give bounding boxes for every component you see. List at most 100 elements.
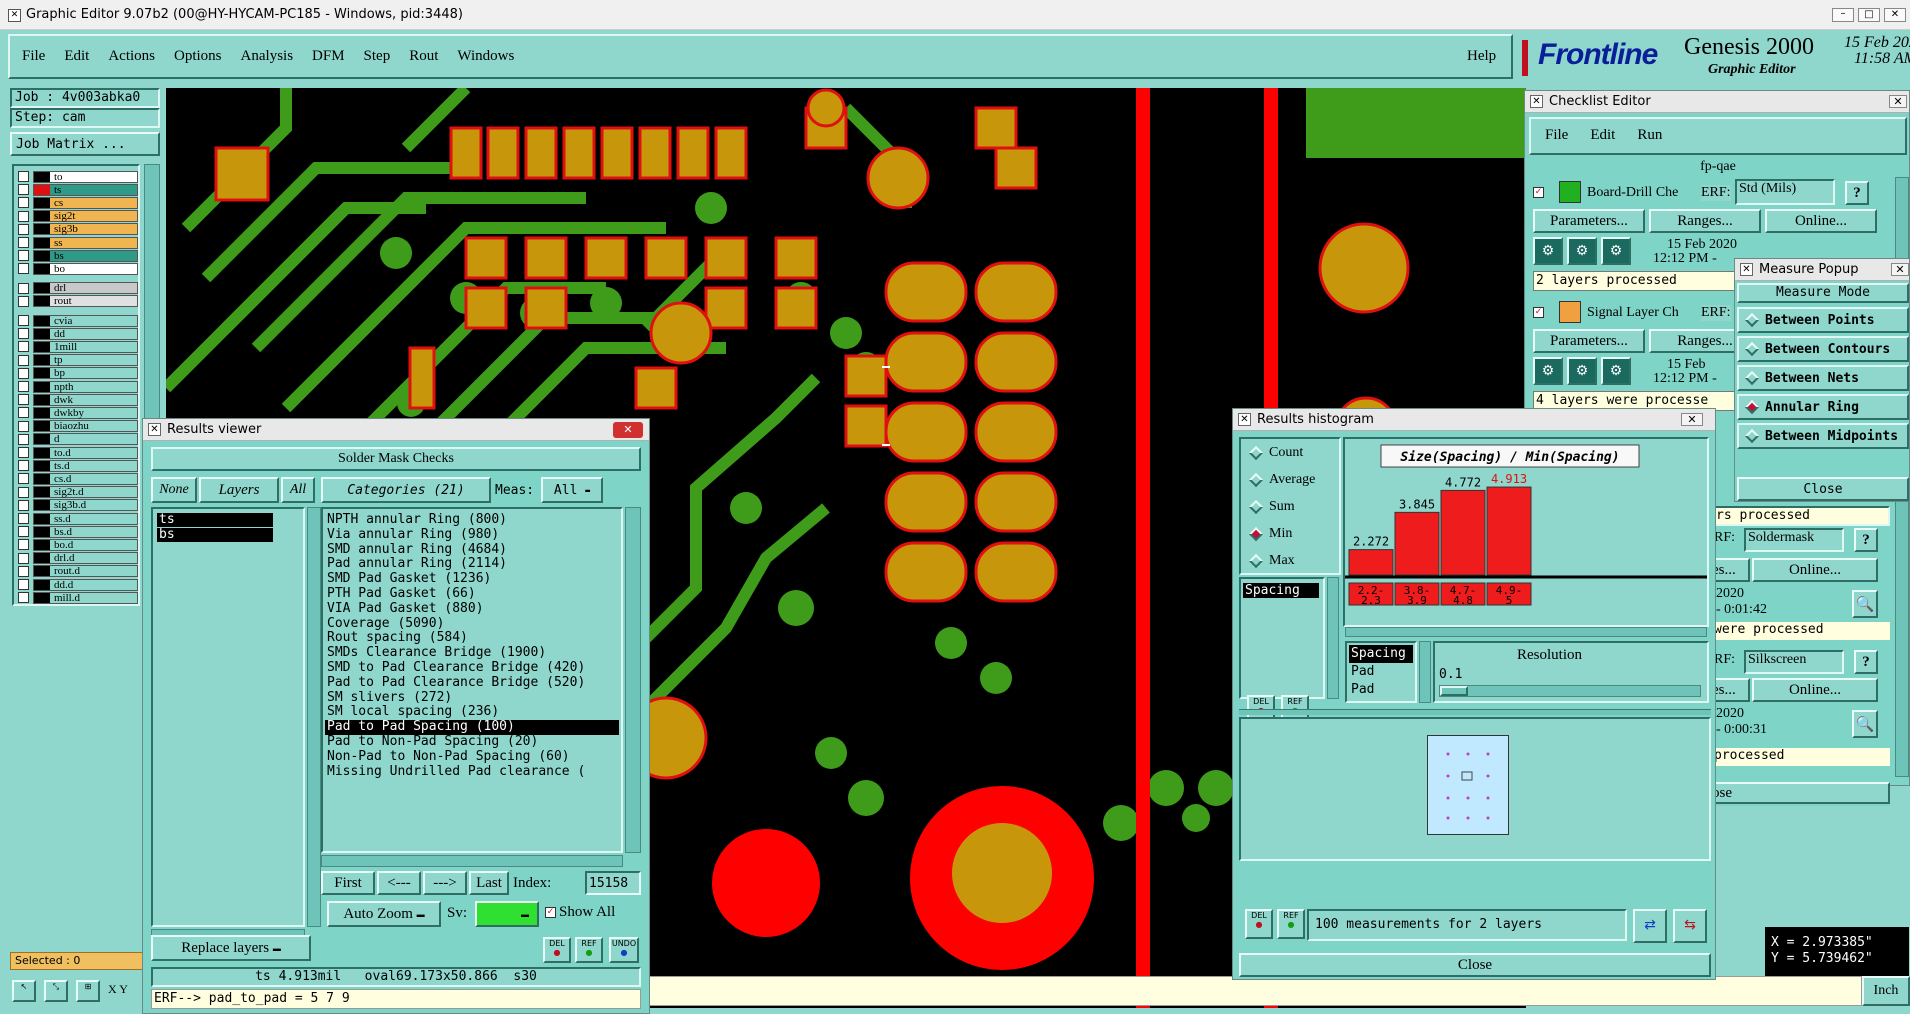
layer-row[interactable]: drl: [14, 282, 138, 295]
category-item[interactable]: Non-Pad to Non-Pad Spacing (60): [325, 750, 619, 765]
layer-checkbox[interactable]: [18, 210, 29, 222]
export-icon[interactable]: ⇄: [1633, 909, 1667, 943]
hist-del2-icon[interactable]: DEL ●: [1245, 909, 1273, 939]
online-button[interactable]: Online...: [1765, 209, 1877, 233]
category-hscroll[interactable]: [321, 855, 623, 867]
layer-checkbox[interactable]: [18, 328, 29, 340]
layer-row[interactable]: sig3b.d: [14, 499, 138, 512]
category-item[interactable]: Pad to Pad Spacing (100): [325, 720, 619, 735]
category-item[interactable]: Missing Undrilled Pad clearance (: [325, 765, 619, 780]
help-icon[interactable]: ?: [1854, 528, 1878, 552]
check-enabled-checkbox[interactable]: ✓: [1533, 307, 1544, 318]
report-icon[interactable]: ⚙: [1601, 357, 1631, 385]
categories-button[interactable]: Categories (21): [321, 477, 491, 503]
chart-bar[interactable]: [1486, 486, 1532, 576]
layer-row[interactable]: dwk: [14, 393, 138, 406]
chart-bar[interactable]: [1348, 549, 1394, 576]
category-scrollbar[interactable]: [625, 507, 641, 853]
category-item[interactable]: SMDs Clearance Bridge (1900): [325, 646, 619, 661]
run-icon[interactable]: ⚙: [1533, 357, 1563, 385]
check-enabled-checkbox[interactable]: ✓: [1533, 187, 1544, 198]
category-item[interactable]: SM local spacing (236): [325, 705, 619, 720]
meas-dropdown[interactable]: All ▬: [541, 477, 603, 503]
measure-close-button[interactable]: Close: [1737, 477, 1909, 501]
layer-row[interactable]: dd.d: [14, 578, 138, 591]
replace-layers-dropdown[interactable]: Replace layers ▬: [151, 935, 311, 961]
category-item[interactable]: SMD Pad Gasket (1236): [325, 572, 619, 587]
layer-checkbox[interactable]: [18, 407, 29, 419]
category-item[interactable]: NPTH annular Ring (800): [325, 513, 619, 528]
layer-row[interactable]: dd: [14, 327, 138, 340]
layer-row[interactable]: bo: [14, 262, 138, 275]
layer-list-scrollbar[interactable]: [307, 507, 321, 927]
layer-list-item[interactable]: bs: [157, 528, 273, 542]
category-item[interactable]: VIA Pad Gasket (880): [325, 602, 619, 617]
resolution-list[interactable]: Spacing Pad Pad: [1345, 641, 1417, 703]
hist-list-item[interactable]: Spacing: [1243, 583, 1319, 598]
layer-checkbox[interactable]: [18, 394, 29, 406]
layer-row[interactable]: to.d: [14, 446, 138, 459]
checklist-menu-edit[interactable]: Edit: [1590, 127, 1615, 144]
layer-row[interactable]: bp: [14, 367, 138, 380]
histogram-close-button[interactable]: Close: [1239, 953, 1711, 977]
layer-checkbox[interactable]: [18, 223, 29, 235]
import-icon[interactable]: ⇆: [1673, 909, 1707, 943]
all-button[interactable]: All: [281, 477, 315, 503]
layer-row[interactable]: d: [14, 433, 138, 446]
res-list-item[interactable]: Spacing: [1349, 645, 1413, 663]
layer-row[interactable]: dwkby: [14, 406, 138, 419]
last-button[interactable]: Last: [469, 871, 509, 895]
category-item[interactable]: Coverage (5090): [325, 617, 619, 632]
layer-row[interactable]: 1mill: [14, 340, 138, 353]
job-matrix-button[interactable]: Job Matrix ...: [10, 132, 160, 156]
layer-checkbox[interactable]: [18, 237, 29, 248]
run-icon[interactable]: ⚙: [1533, 237, 1563, 265]
hist-option[interactable]: Max: [1248, 553, 1295, 569]
layer-checkbox[interactable]: [18, 460, 29, 472]
checklist-menu-run[interactable]: Run: [1637, 127, 1662, 144]
layer-checkbox[interactable]: [18, 486, 29, 498]
chart-bar[interactable]: [1440, 489, 1486, 576]
units-button[interactable]: Inch: [1862, 976, 1910, 1006]
layer-checkbox[interactable]: [18, 282, 29, 294]
sv-color-dropdown[interactable]: ▬: [475, 901, 539, 927]
layer-select-list[interactable]: ts bs: [151, 507, 305, 927]
layer-row[interactable]: tp: [14, 354, 138, 367]
category-item[interactable]: Pad to Non-Pad Spacing (20): [325, 735, 619, 750]
layer-checkbox[interactable]: [18, 447, 29, 458]
prev-button[interactable]: <---: [377, 871, 421, 895]
layer-row[interactable]: ts: [14, 183, 138, 196]
index-field[interactable]: [585, 871, 641, 895]
stop-icon[interactable]: ⚙: [1567, 237, 1597, 265]
auto-zoom-dropdown[interactable]: Auto Zoom ▬: [327, 901, 441, 927]
minimize-button[interactable]: –: [1832, 8, 1854, 22]
help-icon[interactable]: ?: [1845, 181, 1869, 205]
first-button[interactable]: First: [321, 871, 375, 895]
category-item[interactable]: Via annular Ring (980): [325, 528, 619, 543]
chart-bar[interactable]: [1394, 511, 1440, 576]
layer-checkbox[interactable]: [18, 341, 29, 353]
layer-row[interactable]: bs.d: [14, 525, 138, 538]
layer-checkbox[interactable]: [18, 539, 29, 551]
layer-checkbox[interactable]: [18, 433, 29, 445]
pointer-icon[interactable]: ↖: [12, 980, 36, 1002]
erf-field[interactable]: Std (Mils): [1735, 179, 1835, 205]
ranges-partial-button-2[interactable]: es...: [1710, 678, 1750, 702]
menu-edit[interactable]: Edit: [64, 48, 89, 65]
menu-file[interactable]: File: [22, 48, 45, 65]
category-item[interactable]: SMD to Pad Clearance Bridge (420): [325, 661, 619, 676]
hist-option[interactable]: Sum: [1248, 499, 1295, 515]
next-button[interactable]: --->: [423, 871, 467, 895]
soldermask-erf[interactable]: Soldermask: [1744, 528, 1844, 552]
layer-checkbox[interactable]: [18, 473, 29, 485]
layer-checkbox[interactable]: [18, 354, 29, 366]
layer-checkbox[interactable]: [18, 315, 29, 326]
layer-checkbox[interactable]: [18, 565, 29, 577]
measure-close-icon[interactable]: ✕: [1891, 263, 1909, 276]
hist-option[interactable]: Average: [1248, 472, 1315, 488]
layer-list-item[interactable]: ts: [157, 513, 273, 527]
layer-row[interactable]: cs: [14, 196, 138, 209]
close-button[interactable]: ✕: [1884, 8, 1906, 22]
none-button[interactable]: None: [151, 477, 197, 503]
hist-option[interactable]: Count: [1248, 445, 1303, 461]
